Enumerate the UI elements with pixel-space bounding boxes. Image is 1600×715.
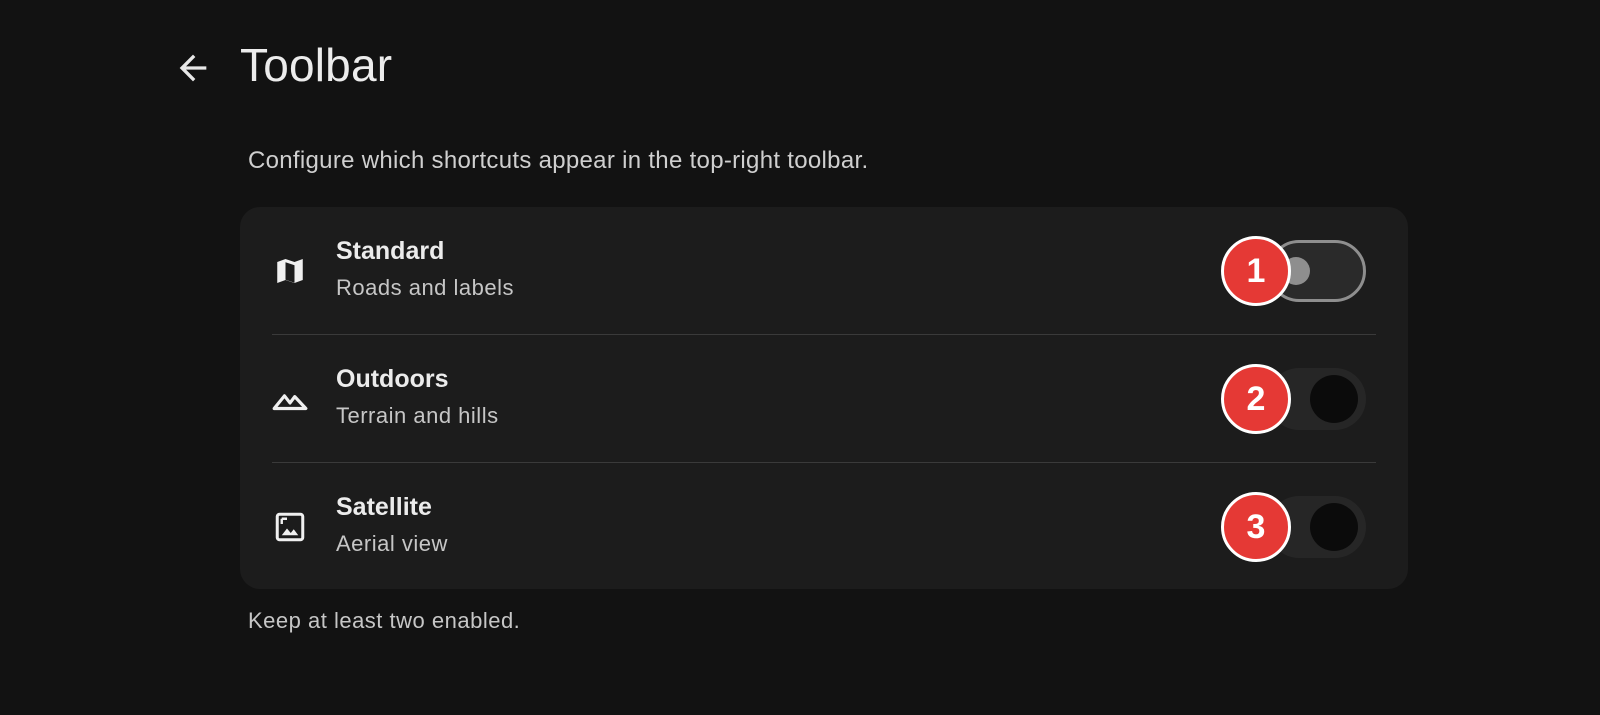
page-title: Toolbar [240,39,393,91]
image-icon [270,507,310,547]
option-row-outdoors: Outdoors Terrain and hills 2 [240,335,1408,463]
option-subtitle-outdoors: Terrain and hills [336,403,499,428]
annotation-marker-3: 3 [1221,492,1291,562]
annotation-marker-2: 2 [1221,364,1291,434]
option-subtitle-satellite: Aerial view [336,531,448,556]
settings-page: Toolbar Configure which shortcuts appear… [0,0,1600,715]
map-icon [270,251,310,291]
back-button[interactable] [165,40,221,96]
toggle-thumb [1310,375,1358,423]
terrain-icon [270,379,310,419]
annotation-marker-1: 1 [1221,236,1291,306]
option-row-satellite: Satellite Aerial view 3 [240,463,1408,591]
toggle-thumb [1310,503,1358,551]
option-title-outdoors: Outdoors [336,365,449,393]
option-title-satellite: Satellite [336,493,432,521]
option-title-standard: Standard [336,237,445,265]
option-subtitle-standard: Roads and labels [336,275,515,300]
arrow-left-icon [179,54,207,82]
option-row-standard: Standard Roads and labels 1 [240,207,1408,335]
footer-note: Keep at least two enabled. [248,608,521,633]
toolbar-options-card: Standard Roads and labels 1 Outdoors Ter… [240,207,1408,589]
page-description: Configure which shortcuts appear in the … [248,147,869,174]
